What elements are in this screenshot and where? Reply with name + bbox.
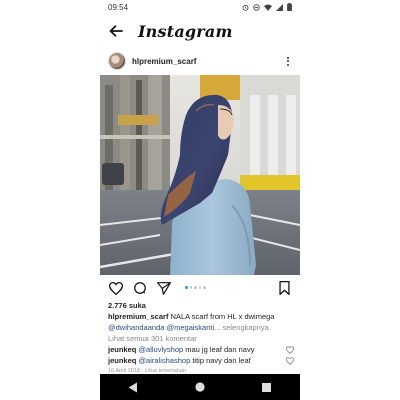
more-vertical-icon [287,56,289,59]
nav-home-button[interactable] [193,380,207,394]
post-header: hlpremium_scarf [100,48,300,74]
back-button[interactable] [108,23,124,39]
nav-recents-button[interactable] [260,380,274,394]
comment-text: titip navy dan leaf [190,356,251,365]
comment-like-icon[interactable] [286,356,294,365]
dnd-icon [253,3,260,11]
carousel-dot [185,286,188,289]
status-icons [242,3,292,11]
comment-username[interactable]: jeunkeq [108,356,136,365]
nav-recents-icon [262,382,272,392]
wifi-icon [264,4,272,11]
comment-text: mau jg leaf dan navy [183,345,255,354]
view-all-comments-link[interactable]: Lihat semua 301 komentar [108,333,294,344]
caption-mentions[interactable]: @dwihandaanda @megaiskanti [108,323,214,332]
carousel-dot [194,286,197,289]
comment-username[interactable]: jeunkeq [108,345,136,354]
comment-row: jeunkeq @alluvlyshop mau jg leaf dan nav… [108,344,294,355]
back-arrow-icon [109,25,123,37]
carousel-dot [203,286,206,289]
signal-icon [276,3,283,11]
share-button[interactable] [156,280,172,296]
caption-text: NALA scarf from HL x dwimega [168,312,275,321]
carousel-dot [198,286,201,289]
status-bar: 09:54 [100,0,300,14]
carousel-dot [189,286,192,289]
comment-like-icon[interactable] [286,345,294,354]
nav-back-button[interactable] [126,380,140,394]
bookmark-icon [278,281,290,295]
show-more-link[interactable]: ... selengkapnya [214,323,269,332]
save-button[interactable] [276,280,292,296]
app-bar: Instagram [100,16,300,46]
status-time: 09:54 [108,2,129,12]
like-button[interactable] [108,280,124,296]
post-username[interactable]: hlpremium_scarf [132,57,196,66]
comment-mention[interactable]: @alluvlyshop [138,345,183,354]
avatar[interactable] [108,52,126,70]
app-title: Instagram [138,21,233,41]
battery-icon [287,3,292,11]
more-options-button[interactable] [284,56,292,66]
comment-icon [134,282,146,294]
caption: hlpremium_scarf NALA scarf from HL x dwi… [108,311,294,333]
post-details: 2.776 suka hlpremium_scarf NALA scarf fr… [108,300,294,372]
comment-button[interactable] [132,280,148,296]
post-timestamp: 16 April 2018 · Lihat terjemahan [108,368,186,372]
post-image[interactable] [100,75,300,275]
phone-screen: 09:54 Instagram hlpremium_scarf 2.776 su… [100,0,300,400]
caption-username[interactable]: hlpremium_scarf [108,312,168,321]
system-nav-bar [100,374,300,400]
comment-row: jeunkeq @airalishashop titip navy dan le… [108,355,294,366]
heart-icon [109,281,123,295]
photo-scarf-model [100,75,300,275]
alarm-icon [242,4,249,11]
like-count[interactable]: 2.776 suka [108,300,294,311]
carousel-indicator [185,286,206,289]
send-icon [157,281,171,295]
comment-mention[interactable]: @airalishashop [138,356,190,365]
nav-back-icon [128,382,138,392]
nav-home-icon [195,382,205,392]
